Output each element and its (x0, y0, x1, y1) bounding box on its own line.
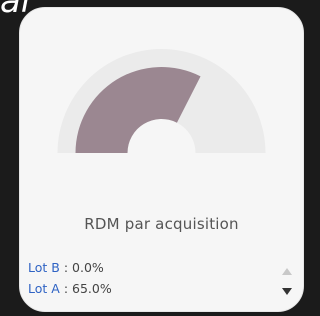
legend-name-lot-a[interactable]: Lot A (28, 281, 60, 296)
chart-title: RDM par acquisition (84, 215, 239, 233)
chart-legend: Lot B : 0.0% Lot A : 65.0% (28, 257, 275, 305)
caret-up-icon[interactable] (282, 268, 292, 275)
legend-item-lot-a[interactable]: Lot A : 65.0% (28, 278, 275, 299)
legend-item-lot-b[interactable]: Lot B : 0.0% (28, 257, 275, 278)
legend-value-lot-b: 0.0% (72, 260, 104, 275)
caret-down-icon[interactable] (282, 288, 292, 295)
legend-name-lot-b[interactable]: Lot B (28, 260, 60, 275)
legend-pager (276, 260, 298, 304)
legend-value-lot-a: 65.0% (72, 281, 112, 296)
legend-separator: : (63, 260, 69, 275)
legend-separator: : (63, 281, 69, 296)
chart-card: RDM par acquisition Lot B : 0.0% Lot A :… (19, 7, 304, 312)
gauge-chart (57, 49, 266, 153)
